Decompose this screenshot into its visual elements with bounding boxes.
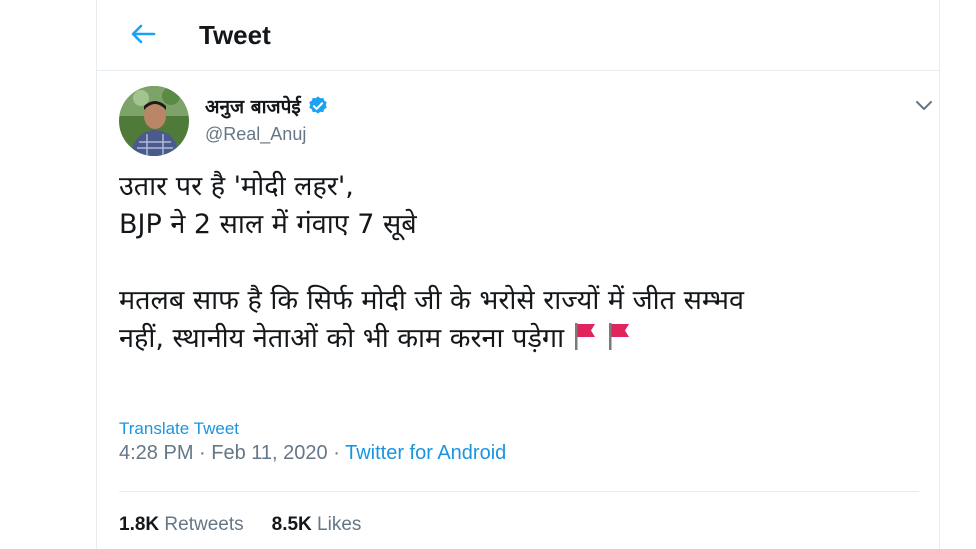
avatar[interactable] [119,86,189,156]
meta-separator: · [327,442,346,464]
tweet-date[interactable]: Feb 11, 2020 [211,442,327,464]
tweet-time[interactable]: 4:28 PM [119,442,193,464]
tweet-metadata: 4:28 PM · Feb 11, 2020 · Twitter for And… [119,442,506,465]
red-flag-icon [575,323,596,350]
page-title: Tweet [199,20,271,50]
verified-badge-icon [309,96,327,114]
tweet-source-link[interactable]: Twitter for Android [345,442,506,464]
header: Tweet [97,0,939,71]
retweets-stat[interactable]: 1.8K Retweets [119,514,244,536]
tweet-page: Tweet अनुज बाजपेई @Real_Anuj उतार पर है … [96,0,940,549]
meta-separator: · [193,442,212,464]
author-name[interactable]: अनुज बाजपेई [205,93,301,119]
tweet-text: उतार पर है 'मोदी लहर', BJP ने 2 साल में … [119,168,919,358]
divider [119,491,919,492]
tweet-stats: 1.8K Retweets 8.5K Likes [119,514,389,536]
back-button[interactable] [127,18,159,50]
arrow-left-icon [131,24,156,44]
likes-count: 8.5K [271,514,312,535]
tweet-body: उतार पर है 'मोदी लहर', BJP ने 2 साल में … [119,171,744,354]
author-handle[interactable]: @Real_Anuj [205,124,306,145]
red-flag-icon [609,323,630,350]
translate-tweet-link[interactable]: Translate Tweet [119,419,239,439]
chevron-down-icon[interactable] [913,94,935,116]
likes-stat[interactable]: 8.5K Likes [272,514,362,536]
likes-label: Likes [317,514,362,535]
retweets-count: 1.8K [119,514,160,535]
retweets-label: Retweets [164,514,244,535]
author-name-row[interactable]: अनुज बाजपेई [205,93,329,119]
